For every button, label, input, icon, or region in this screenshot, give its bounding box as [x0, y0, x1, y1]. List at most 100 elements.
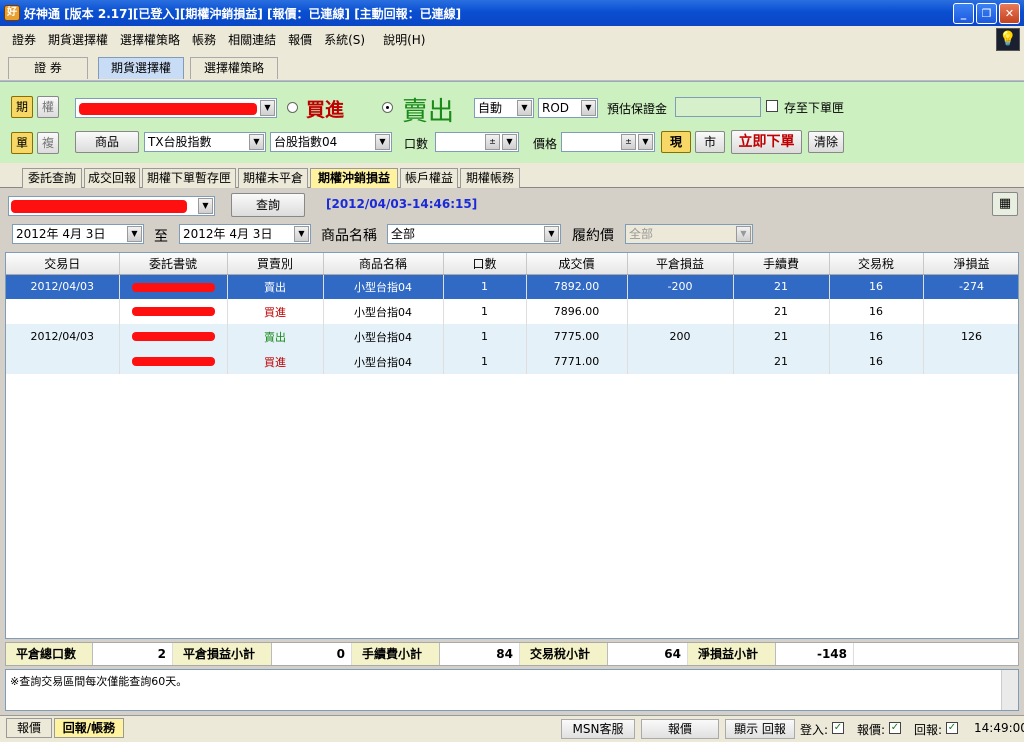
fee-cell: 21 — [733, 349, 830, 374]
chevron-down-icon[interactable]: ▼ — [638, 134, 653, 150]
fee-subtotal-label: 手續費小計 — [352, 643, 440, 665]
menu-help[interactable]: 說明(H) — [377, 31, 431, 48]
tax-subtotal-label: 交易稅小計 — [520, 643, 608, 665]
date-from-picker[interactable]: 2012年 4月 3日 ▼ — [12, 224, 144, 244]
menu-option-strategy[interactable]: 選擇權策略 — [114, 31, 186, 48]
menu-quote[interactable]: 報價 — [282, 31, 318, 48]
table-row[interactable]: 2012/04/03 賣出 小型台指04 1 7892.00 -200 21 16 -274 — [6, 274, 1018, 299]
tab-fill-report[interactable]: 成交回報 — [84, 168, 140, 188]
date-cell — [6, 299, 120, 324]
top-tabs: 證 券 期貨選擇權 選擇權策略 — [0, 53, 1024, 81]
column-header[interactable]: 手續費 — [733, 253, 830, 275]
table-row[interactable]: 買進 小型台指04 1 7771.00 21 16 — [6, 349, 1018, 374]
column-header[interactable]: 平倉損益 — [627, 253, 734, 275]
column-header[interactable]: 口數 — [443, 253, 527, 275]
date-cell: 2012/04/03 — [6, 274, 120, 299]
show-report-button[interactable]: 顯示 回報 — [725, 719, 795, 739]
restore-button[interactable]: ❐ — [976, 3, 997, 24]
tax-subtotal-value: 64 — [608, 643, 688, 665]
order-number-cell — [119, 299, 228, 324]
query-account-select[interactable]: ▼ — [8, 196, 215, 216]
report-status-checkbox: ✓ — [946, 722, 958, 734]
note-scrollbar[interactable] — [1001, 670, 1018, 710]
chevron-down-icon: ▼ — [581, 100, 596, 116]
tab-account-equity[interactable]: 帳戶權益 — [400, 168, 458, 188]
tab-offset-pnl[interactable]: 期權沖銷損益 — [310, 168, 398, 188]
column-header[interactable]: 商品名稱 — [323, 253, 444, 275]
futures-toggle-button[interactable]: 期 — [11, 96, 33, 118]
menu-system[interactable]: 系統(S) — [318, 31, 371, 48]
options-toggle-button[interactable]: 權 — [37, 96, 59, 118]
total-qty-value: 2 — [93, 643, 173, 665]
menu-links[interactable]: 相關連結 — [222, 31, 282, 48]
table-row[interactable]: 2012/04/03 賣出 小型台指04 1 7775.00 200 21 16 126 — [6, 324, 1018, 349]
save-checkbox[interactable] — [766, 100, 778, 112]
pnl-table: 交易日 委託書號 買賣別 商品名稱 口數 成交價 平倉損益 手續費 交易稅 淨損益 2012/04… — [5, 252, 1019, 639]
product-button[interactable]: 商品 — [75, 131, 139, 153]
column-header[interactable]: 委託書號 — [119, 253, 228, 275]
date-to-picker[interactable]: 2012年 4月 3日 ▼ — [179, 224, 311, 244]
product-select[interactable]: TX台股指數 ▼ — [144, 132, 266, 152]
tab-quote[interactable]: 報價 — [6, 718, 52, 738]
column-header[interactable]: 交易日 — [6, 253, 120, 275]
column-header[interactable]: 淨損益 — [923, 253, 1018, 275]
column-header[interactable]: 交易稅 — [829, 253, 924, 275]
column-header[interactable]: 買賣別 — [227, 253, 324, 275]
fee-cell: 21 — [733, 299, 830, 324]
table-row[interactable]: 買進 小型台指04 1 7896.00 21 16 — [6, 299, 1018, 324]
menu-securities[interactable]: 證券 — [6, 31, 42, 48]
minimize-button[interactable]: _ — [953, 3, 974, 24]
strike-select: 全部 ▼ — [625, 224, 753, 244]
strike-label: 履約價 — [572, 228, 614, 244]
product-cell: 小型台指04 — [323, 324, 444, 349]
contract-select[interactable]: 台股指數04 ▼ — [270, 132, 392, 152]
current-price-button[interactable]: 現 — [661, 131, 691, 153]
menu-accounts[interactable]: 帳務 — [186, 31, 222, 48]
tab-securities[interactable]: 證 券 — [8, 57, 88, 79]
submit-order-button[interactable]: 立即下單 — [731, 130, 802, 154]
sub-tabs: 委託查詢 成交回報 期權下單暫存匣 期權未平倉 期權沖銷損益 帳戶權益 期權帳務 — [0, 163, 1024, 188]
auto-select[interactable]: 自動 ▼ — [474, 98, 534, 118]
product-name-label: 商品名稱 — [321, 228, 377, 244]
buy-radio[interactable] — [287, 102, 298, 113]
tab-report-account[interactable]: 回報/帳務 — [54, 718, 124, 738]
lightbulb-icon[interactable]: 💡 — [996, 28, 1020, 51]
redacted-order-number — [131, 357, 215, 366]
spin-icon[interactable]: ± — [621, 134, 636, 150]
close-button[interactable]: ✕ — [999, 3, 1020, 24]
qty-stepper[interactable]: ± ▼ — [435, 132, 519, 152]
tab-account-ledger[interactable]: 期權帳務 — [460, 168, 520, 188]
clock: 14:49:00 — [974, 721, 1024, 735]
chevron-down-icon: ▼ — [736, 226, 751, 242]
sell-radio[interactable] — [382, 102, 393, 113]
clear-button[interactable]: 清除 — [808, 131, 844, 153]
msn-support-button[interactable]: MSN客服 — [561, 719, 635, 739]
tab-order-draft[interactable]: 期權下單暫存匣 — [142, 168, 236, 188]
tab-open-positions[interactable]: 期權未平倉 — [238, 168, 308, 188]
chevron-down-icon: ▼ — [127, 226, 142, 242]
tab-order-query[interactable]: 委託查詢 — [22, 168, 82, 188]
tab-option-strategy[interactable]: 選擇權策略 — [190, 57, 278, 79]
menu-futures-options[interactable]: 期貨選擇權 — [42, 31, 114, 48]
export-excel-icon[interactable]: ▦ — [992, 192, 1018, 216]
column-header[interactable]: 成交價 — [526, 253, 628, 275]
multi-mode-button[interactable]: 複 — [37, 132, 59, 154]
account-select[interactable]: ▼ — [75, 98, 277, 118]
tax-cell: 16 — [829, 299, 924, 324]
market-price-button[interactable]: 市 — [695, 131, 725, 153]
chevron-down-icon[interactable]: ▼ — [502, 134, 517, 150]
spin-icon[interactable]: ± — [485, 134, 500, 150]
tab-futures-options[interactable]: 期貨選擇權 — [98, 57, 184, 79]
tax-cell: 16 — [829, 324, 924, 349]
quote-button[interactable]: 報價 — [641, 719, 719, 739]
quote-status-label: 報價: — [857, 723, 886, 737]
net-subtotal-label: 淨損益小計 — [688, 643, 776, 665]
single-mode-button[interactable]: 單 — [11, 132, 33, 154]
quote-status-checkbox: ✓ — [889, 722, 901, 734]
price-stepper[interactable]: ± ▼ — [561, 132, 655, 152]
query-button[interactable]: 查詢 — [231, 193, 305, 217]
table-body: 2012/04/03 賣出 小型台指04 1 7892.00 -200 21 16 -274 買進… — [6, 274, 1018, 374]
product-name-select[interactable]: 全部 ▼ — [387, 224, 561, 244]
note-box: ※查詢交易區間每次僅能查詢60天。 — [5, 669, 1019, 711]
rod-select[interactable]: ROD ▼ — [538, 98, 598, 118]
